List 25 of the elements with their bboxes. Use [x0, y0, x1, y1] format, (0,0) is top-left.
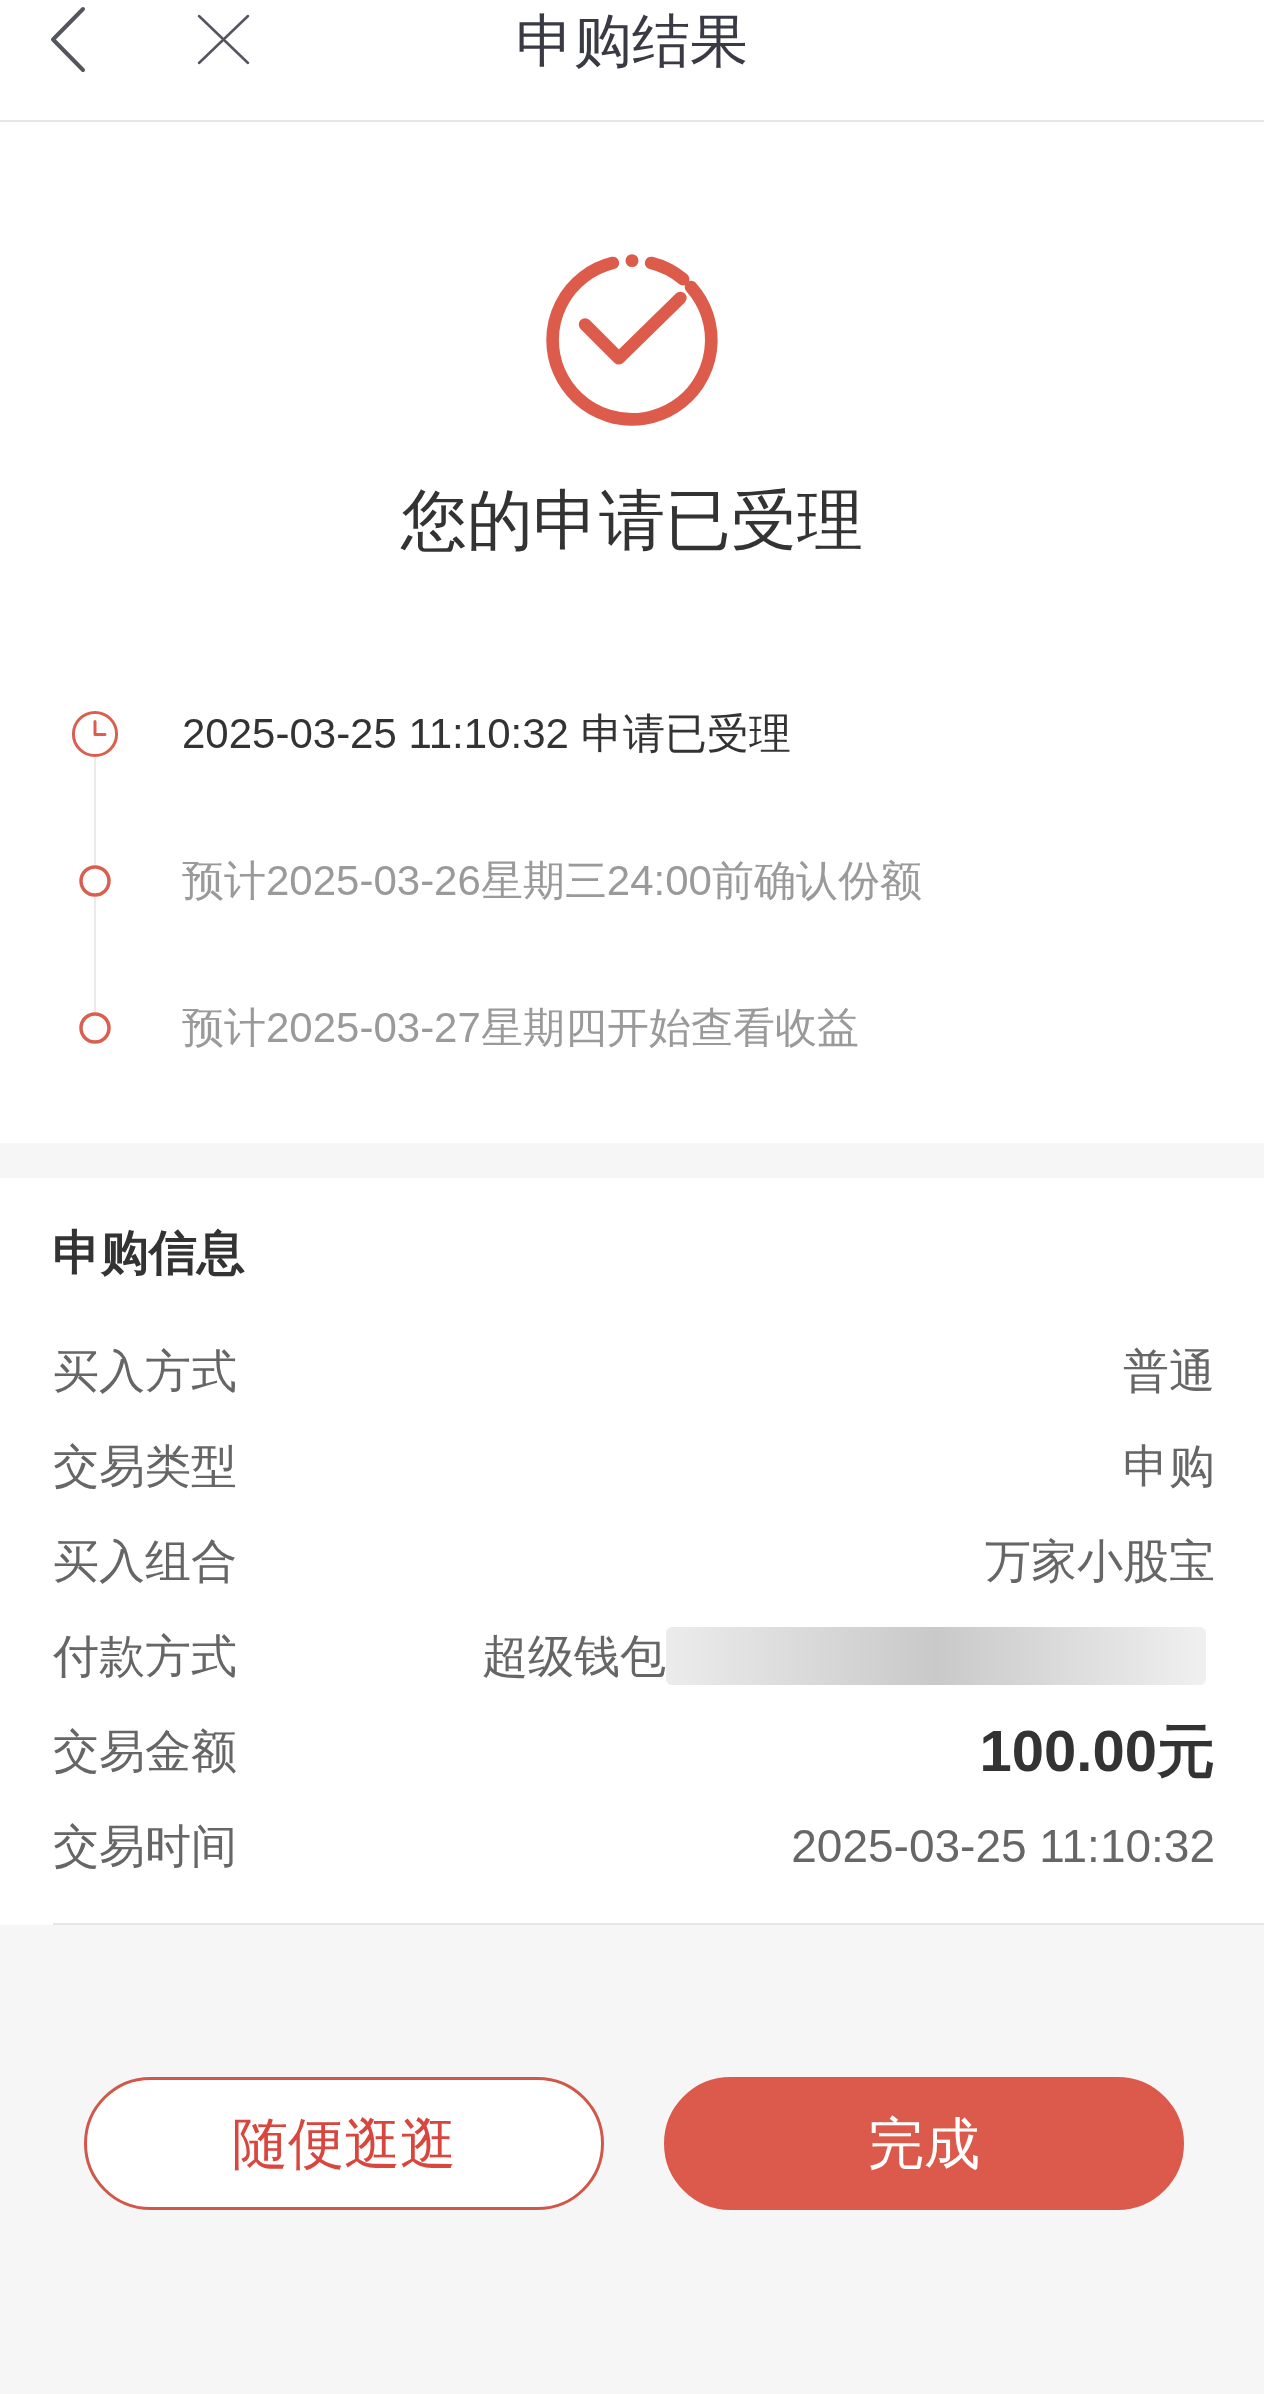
- browse-button[interactable]: 随便逛逛: [84, 2077, 604, 2210]
- info-label: 交易时间: [53, 1818, 237, 1874]
- info-value: 万家小股宝: [985, 1533, 1215, 1589]
- section-title: 申购信息: [53, 1226, 245, 1279]
- info-label: 买入组合: [53, 1533, 237, 1589]
- close-icon[interactable]: [197, 14, 250, 65]
- info-value: 申购: [1123, 1438, 1215, 1494]
- step-circle-icon: [79, 1012, 111, 1044]
- info-label: 付款方式: [53, 1628, 237, 1684]
- result-heading: 您的申请已受理: [401, 482, 863, 559]
- amount-value: 100.00元: [979, 1717, 1215, 1784]
- info-label: 交易金额: [53, 1723, 237, 1779]
- step-circle-icon: [79, 865, 111, 897]
- page-title: 申购结果: [516, 12, 748, 70]
- clock-icon: [71, 710, 119, 758]
- info-value: 超级钱包: [482, 1628, 666, 1684]
- timeline-text: 2025-03-25 11:10:32 申请已受理: [182, 710, 791, 758]
- info-label: 交易类型: [53, 1438, 237, 1494]
- back-icon[interactable]: [50, 6, 86, 73]
- info-label: 买入方式: [53, 1343, 237, 1399]
- timeline-text: 预计2025-03-27星期四开始查看收益: [182, 1004, 859, 1052]
- timeline-text: 预计2025-03-26星期三24:00前确认份额: [182, 857, 922, 905]
- info-value: 2025-03-25 11:10:32: [791, 1818, 1215, 1874]
- info-value: 普通: [1123, 1343, 1215, 1399]
- done-button[interactable]: 完成: [664, 2077, 1184, 2210]
